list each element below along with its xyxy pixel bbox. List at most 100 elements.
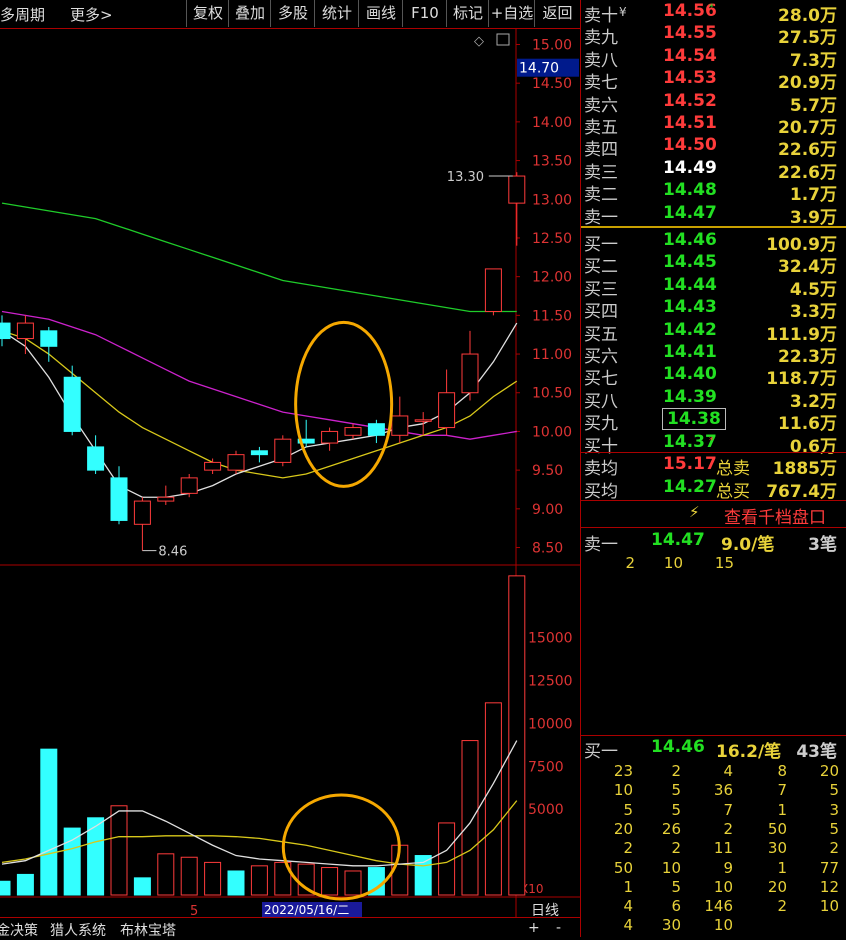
ask-row[interactable]: 卖五 14.51 20.7万 (581, 113, 846, 138)
candle-body (110, 477, 128, 521)
bid-row[interactable]: 买三 14.44 4.5万 (581, 274, 846, 300)
ask-row[interactable]: 卖二 14.48 1.7万 (581, 180, 846, 205)
buy-queue-orders: 1 5 10 20 12 (581, 878, 846, 898)
order-size: 2 (777, 897, 787, 916)
back-button[interactable]: 返回 (534, 0, 580, 27)
multi-stock-button[interactable]: 多股 (270, 0, 315, 27)
tab-hunter[interactable]: 猎人系统 (50, 920, 106, 940)
order-size: 11 (713, 839, 733, 858)
sell-queue-price: 14.47 (651, 530, 705, 550)
buy-queue-orders: 23 2 4 8 20 (581, 762, 846, 782)
ask-row[interactable]: 卖一 14.47 3.9万 (581, 203, 846, 228)
ask-row[interactable]: 卖八 14.54 7.3万 (581, 46, 846, 71)
volume-bar (321, 867, 339, 896)
price-axis-label: 13.50 (532, 154, 572, 170)
order-size: 7 (723, 800, 733, 819)
bid-row[interactable]: 买七 14.40 118.7万 (581, 364, 846, 389)
order-size: 10 (819, 897, 839, 916)
bid-row[interactable]: 买四 14.43 3.3万 (581, 297, 846, 323)
tab-bollinger[interactable]: 布林宝塔 (120, 920, 176, 940)
ask-volume: 5.7万 (789, 95, 837, 116)
candle-body (204, 461, 222, 471)
highlight-circle-volume (281, 793, 401, 901)
ask-row[interactable]: 卖六 14.52 5.7万 (581, 90, 846, 116)
bid-label: 买九 (584, 414, 618, 435)
bid-price: 14.43 (663, 297, 717, 318)
candle-body (40, 330, 58, 347)
volume-bar (40, 748, 58, 896)
buy-queue-header: 买一 14.46 16.2/笔 43笔 (581, 737, 846, 762)
bid-label: 买二 (584, 257, 618, 278)
order-size: 2 (671, 762, 681, 780)
zoom-out-button[interactable]: - (556, 920, 561, 936)
ask-row[interactable]: 卖七 14.53 20.9万 (581, 68, 846, 94)
candle-body (414, 419, 432, 422)
bid-volume: 3.2万 (789, 391, 837, 412)
ask-price: 14.51 (663, 113, 717, 133)
order-size: 4 (723, 762, 733, 780)
divider (581, 735, 846, 736)
thousand-level-link[interactable]: ⚡ 查看千档盘口 (581, 503, 846, 528)
order-size: 5 (829, 781, 839, 800)
order-size: 10 (713, 877, 733, 896)
bid-row[interactable]: 买五 14.42 111.9万 (581, 320, 846, 345)
ask-volume: 28.0万 (778, 6, 837, 26)
order-size: 23 (613, 762, 633, 780)
sell-avg-label: 卖均 (584, 459, 618, 479)
statistics-button[interactable]: 统计 (314, 0, 359, 27)
order-size: 2 (723, 819, 733, 838)
bid-price: 14.40 (663, 364, 717, 385)
price-axis-label: 15.00 (532, 37, 572, 53)
volume-bar (414, 855, 432, 896)
fuquan-button[interactable]: 复权 (186, 0, 229, 27)
sell-queue-orders: 2 10 15 (581, 554, 846, 574)
ask-label: 卖七 (584, 73, 618, 94)
ask-label: 卖九 (584, 28, 618, 49)
f10-button[interactable]: F10 (402, 0, 447, 27)
bid-row[interactable]: 买一 14.46 100.9万 (581, 230, 846, 255)
order-book-panel: 卖十 ¥ 14.56 * 28.0万 卖九 14.55 27.5万 卖八 14.… (580, 0, 846, 937)
ask-row[interactable]: 卖三 14.49 22.6万 (581, 157, 846, 183)
order-size: 1 (777, 800, 787, 819)
order-size: 9 (723, 858, 733, 877)
kline-chart[interactable]: ◇ 15.00 14.50 14.00 13.50 13.00 12.50 12.00 11.5… (0, 29, 580, 917)
bid-row[interactable]: 买八 14.39 3.2万 (581, 387, 846, 412)
bid-label: 买一 (584, 235, 618, 255)
sell-queue-count: 3笔 (808, 535, 837, 555)
ask-price: 14.52 (663, 90, 717, 111)
bid-row[interactable]: 买九 14.38 11.6万 (581, 408, 846, 435)
draw-line-button[interactable]: 画线 (358, 0, 403, 27)
tab-decision[interactable]: 金决策 (0, 920, 38, 940)
price-axis-label: 13.00 (532, 192, 572, 208)
ask-row[interactable]: 卖九 14.55 27.5万 (581, 23, 846, 49)
order-size: 5 (671, 800, 681, 819)
bid-row[interactable]: 买十 14.37 * 0.6万 (581, 432, 846, 457)
more-menu[interactable]: 更多> (70, 4, 113, 25)
ask-row[interactable]: 卖十 ¥ 14.56 * 28.0万 (581, 1, 846, 26)
volume-bar (63, 827, 81, 896)
candle-body (461, 353, 479, 394)
mark-button[interactable]: 标记 (446, 0, 489, 27)
ask-row[interactable]: 卖四 14.50 22.6万 (581, 135, 846, 161)
volume-bar (461, 740, 479, 896)
ask-label: 卖四 (584, 140, 618, 161)
buy-queue-count: 43笔 (796, 742, 837, 762)
zoom-in-button[interactable]: + (528, 920, 540, 936)
bid-price: 14.44 (663, 274, 717, 295)
add-watchlist-button[interactable]: +自选 (488, 0, 535, 27)
date-marker: 5 (190, 904, 198, 917)
price-axis-label: 14.50 (532, 76, 572, 92)
order-size: 5 (829, 819, 839, 838)
buy-avg-value: 14.27 (663, 477, 717, 497)
bid-row[interactable]: 买六 14.41 22.3万 (581, 342, 846, 367)
bid-label: 买四 (584, 302, 618, 323)
period-selector[interactable]: 多周期 (0, 4, 45, 25)
buy-queue-label: 买一 (584, 742, 618, 762)
volume-bar (16, 873, 34, 896)
ask-price: 14.49 (663, 157, 717, 178)
bid-row[interactable]: 买二 14.45 32.4万 (581, 252, 846, 278)
ask-volume: 20.7万 (778, 118, 837, 138)
overlay-button[interactable]: 叠加 (228, 0, 271, 27)
order-size: 2 (671, 839, 681, 858)
bid-label: 买五 (584, 324, 618, 345)
